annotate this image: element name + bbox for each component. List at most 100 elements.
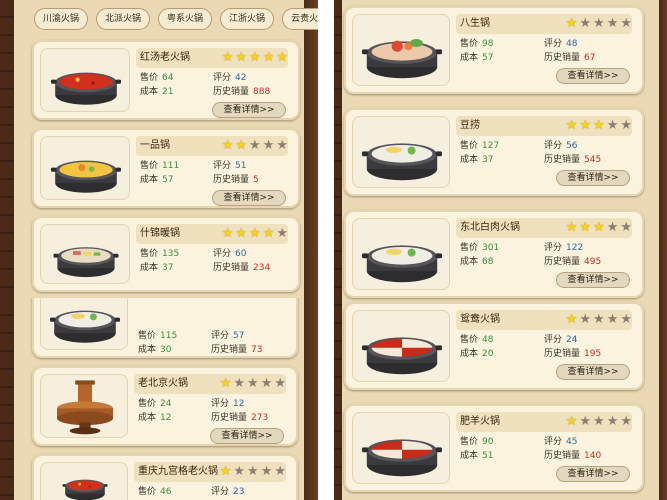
star-filled-icon: ★ [565, 16, 578, 31]
dish-name: 老北京火锅 [138, 378, 188, 389]
cost-value: 37 [162, 263, 174, 273]
star-empty-icon: ★ [620, 414, 632, 429]
star-empty-icon: ★ [233, 376, 246, 391]
sales-value: 67 [584, 53, 596, 63]
copper-pot-icon [45, 379, 125, 435]
dish-card[interactable]: 红汤老火锅 ★ ★ ★ ★ ★ 售价 64 成本 21 评分 42 历史销量 888 查看详情>> [32, 40, 300, 120]
cost-stat: 成本 20 [460, 348, 493, 360]
doulao-pot-icon [357, 121, 447, 185]
cost-stat: 成本 37 [460, 154, 493, 166]
price-label: 售价 [460, 141, 479, 151]
score-value: 56 [566, 141, 578, 151]
sales-value: 73 [251, 345, 263, 355]
score-stat: 评分 23 [211, 486, 244, 498]
view-details-button[interactable]: 查看详情>> [556, 68, 630, 84]
star-empty-icon: ★ [276, 138, 288, 153]
left-wood-frame [0, 0, 14, 298]
star-empty-icon: ★ [247, 376, 259, 391]
score-stat: 评分 48 [544, 38, 577, 50]
dish-name: 红汤老火锅 [140, 52, 190, 63]
sales-stat: 历史销量 73 [211, 344, 262, 356]
price-stat: 售价 46 [138, 486, 171, 498]
yuanyang-pot-icon [357, 315, 447, 379]
tab-cantonese[interactable]: 粤系火锅 [158, 8, 213, 30]
cost-value: 12 [160, 413, 172, 423]
assorted-pot-icon [45, 229, 127, 281]
view-details-button[interactable]: 查看详情>> [556, 364, 630, 380]
dish-card[interactable]: 一品锅 ★ ★ ★ ★ ★ 售价 111 成本 57 评分 51 历史销量 5 查看详情>> [32, 128, 300, 208]
dish-name: 肥羊火锅 [460, 416, 500, 427]
dish-image-frame [40, 224, 130, 284]
sales-label: 历史销量 [211, 345, 248, 355]
cost-value: 51 [482, 451, 494, 461]
cost-label: 成本 [138, 413, 157, 423]
cost-label: 成本 [140, 175, 159, 185]
dish-card[interactable]: 售价 115 成本 30 评分 57 历史销量 73 [32, 298, 298, 358]
price-value: 127 [482, 141, 500, 151]
score-stat: 评分 12 [211, 398, 244, 410]
score-value: 48 [566, 39, 578, 49]
price-value: 24 [160, 399, 172, 409]
dish-card[interactable]: 豆捞 ★ ★ ★ ★ ★ 售价 127 成本 37 评分 56 历史销量 545 查看详情>> [344, 108, 644, 196]
view-details-button[interactable]: 查看详情>> [556, 466, 630, 482]
view-details-button[interactable]: 查看详情>> [556, 272, 630, 288]
dish-card[interactable]: 肥羊火锅 ★ ★ ★ ★ ★ 售价 90 成本 51 评分 45 历史销量 140 查看详情>> [344, 404, 644, 492]
score-stat: 评分 57 [211, 330, 244, 342]
tab-north[interactable]: 北派火锅 [96, 8, 151, 30]
star-empty-icon: ★ [606, 414, 619, 429]
right-wood-frame [304, 0, 318, 298]
price-label: 售价 [460, 243, 479, 253]
price-stat: 售价 127 [460, 140, 499, 152]
view-details-button[interactable]: 查看详情>> [212, 102, 286, 118]
star-empty-icon: ★ [262, 138, 275, 153]
score-value: 23 [233, 487, 245, 497]
price-stat: 售价 115 [138, 330, 177, 342]
star-empty-icon: ★ [606, 312, 619, 327]
star-empty-icon: ★ [247, 464, 259, 479]
white-pork-pot-icon [357, 223, 447, 287]
dish-card[interactable]: 重庆九宫格老火锅★★★★★售价46成本评分23历史销量 [32, 454, 298, 500]
star-filled-icon: ★ [565, 220, 578, 235]
price-label: 售价 [140, 73, 159, 83]
price-value: 64 [162, 73, 174, 83]
price-value: 46 [160, 487, 172, 497]
rating-stars: ★ ★ ★ ★ ★ [220, 464, 286, 480]
price-label: 售价 [460, 335, 479, 345]
score-stat: 评分 45 [544, 436, 577, 448]
sales-stat: 历史销量 67 [544, 52, 595, 64]
view-details-button[interactable]: 查看详情>> [212, 190, 286, 206]
cost-value: 21 [162, 87, 174, 97]
star-filled-icon: ★ [221, 50, 234, 65]
tab-yungui[interactable]: 云贵火锅 [282, 8, 318, 30]
dish-image-frame [352, 116, 450, 188]
star-empty-icon: ★ [260, 376, 273, 391]
dish-image-frame [40, 136, 130, 200]
star-empty-icon: ★ [620, 118, 632, 133]
dish-card[interactable]: 什锦暖锅 ★ ★ ★ ★ ★ 售价 135 成本 37 评分 60 历史销量 234 [32, 216, 300, 292]
rating-stars: ★ ★ ★ ★ ★ [566, 118, 632, 134]
rating-stars: ★ ★ ★ ★ ★ [566, 414, 632, 430]
dish-image-frame [352, 218, 450, 290]
dish-card[interactable]: 东北白肉火锅 ★ ★ ★ ★ ★ 售价 301 成本 68 评分 122 历史销量 495 查看详情>> [344, 210, 644, 298]
star-filled-icon: ★ [579, 220, 592, 235]
dish-name: 东北白肉火锅 [460, 222, 520, 233]
dish-card[interactable]: 老北京火锅 ★ ★ ★ ★ ★ 售价 24 成本 12 评分 12 历史销量 273 查看详情>> [32, 366, 298, 446]
sales-label: 历史销量 [544, 53, 581, 63]
cost-label: 成本 [138, 345, 157, 355]
cost-stat: 成本 51 [460, 450, 493, 462]
view-details-button[interactable]: 查看详情>> [210, 428, 284, 444]
dish-name: 八生锅 [460, 18, 490, 29]
star-filled-icon: ★ [593, 118, 605, 133]
score-value: 42 [235, 73, 247, 83]
tab-jiangzhe[interactable]: 江浙火锅 [220, 8, 275, 30]
dish-card[interactable]: 鸳鸯火锅 ★ ★ ★ ★ ★ 售价 48 成本 20 评分 24 历史销量 195 查看详情>> [344, 302, 644, 390]
score-label: 评分 [544, 141, 563, 151]
dish-card[interactable]: 八生锅 ★ ★ ★ ★ ★ 售价 98 成本 57 评分 48 历史销量 67 查看详情>> [344, 6, 644, 94]
star-filled-icon: ★ [235, 50, 248, 65]
left-wood-frame [334, 0, 342, 500]
sales-label: 历史销量 [211, 413, 248, 423]
score-label: 评分 [544, 335, 563, 345]
view-details-button[interactable]: 查看详情>> [556, 170, 630, 186]
tab-sichuan[interactable]: 川渝火锅 [34, 8, 89, 30]
price-label: 售价 [138, 399, 157, 409]
